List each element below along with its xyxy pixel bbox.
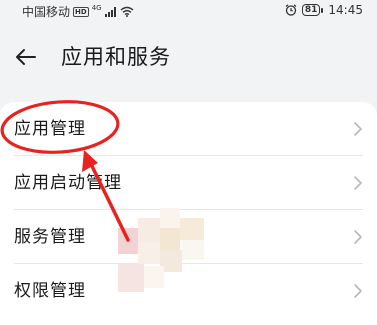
list-item-app-management[interactable]: 应用管理 bbox=[0, 102, 377, 156]
page-title: 应用和服务 bbox=[61, 45, 171, 69]
signal-icon bbox=[104, 6, 116, 17]
list-item-label: 应用启动管理 bbox=[14, 173, 122, 193]
status-left: 中国移动 HD 4G bbox=[22, 3, 134, 20]
chevron-right-icon bbox=[354, 284, 362, 298]
status-bar: 中国移动 HD 4G 81 14:45 bbox=[0, 0, 377, 22]
list-item-permission-management[interactable]: 权限管理 bbox=[0, 264, 377, 318]
clock: 14:45 bbox=[328, 3, 363, 17]
chevron-right-icon bbox=[354, 122, 362, 136]
alarm-icon bbox=[285, 4, 297, 16]
chevron-right-icon bbox=[354, 230, 362, 244]
settings-list: 应用管理 应用启动管理 服务管理 权限管理 bbox=[0, 102, 377, 325]
list-item-label: 服务管理 bbox=[14, 227, 86, 247]
list-item-label: 权限管理 bbox=[14, 281, 86, 301]
list-item-app-launch-management[interactable]: 应用启动管理 bbox=[0, 156, 377, 210]
status-right: 81 14:45 bbox=[285, 3, 363, 17]
page-header: 应用和服务 bbox=[0, 35, 377, 79]
list-item-service-management[interactable]: 服务管理 bbox=[0, 210, 377, 264]
hd-badge: HD bbox=[73, 6, 89, 17]
back-arrow-icon[interactable] bbox=[12, 43, 40, 71]
carrier-name: 中国移动 bbox=[22, 5, 71, 19]
wifi-icon bbox=[120, 6, 134, 17]
list-item-label: 应用管理 bbox=[14, 119, 86, 139]
battery-level: 81 bbox=[304, 5, 318, 15]
chevron-right-icon bbox=[354, 176, 362, 190]
battery-icon: 81 bbox=[301, 4, 323, 16]
network-type: 4G bbox=[91, 3, 102, 12]
